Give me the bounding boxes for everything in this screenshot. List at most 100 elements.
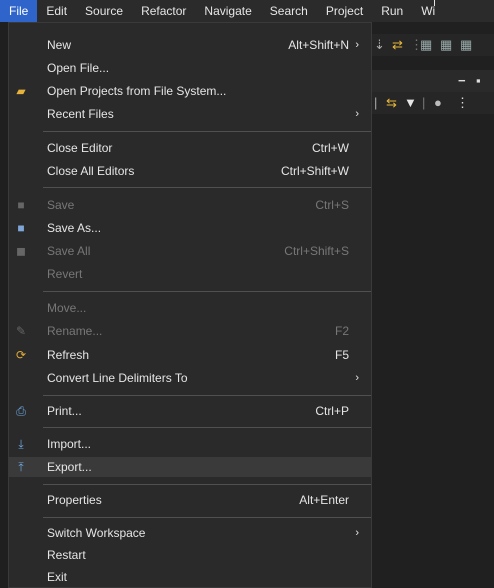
view-menu-icon[interactable]: ⋮ (456, 95, 469, 111)
toolbar-icon[interactable]: ⇣ (374, 37, 385, 53)
menu-item-close-editor[interactable]: Close Editor Ctrl+W (9, 138, 371, 158)
menu-window[interactable]: Wi (412, 0, 444, 22)
refresh-icon: ⟳ (15, 348, 27, 362)
menu-item-label: Save (47, 198, 75, 212)
toolbar-separator-icon: | (422, 95, 426, 110)
rename-icon: ✎ (15, 324, 27, 338)
menu-separator (43, 187, 371, 188)
menu-item-label: Refresh (47, 348, 90, 362)
menu-item-properties[interactable]: Properties Alt+Enter (9, 490, 371, 510)
submenu-arrow-icon: › (355, 108, 359, 120)
menu-item-label: Open File... (47, 61, 110, 75)
submenu-arrow-icon: › (355, 527, 359, 539)
main-toolbar: ⇣ ⇄ ⋮ ▦ ▦ ▦ (372, 34, 494, 56)
link-editor-icon[interactable]: ⇆ (386, 95, 397, 111)
menu-item-refresh[interactable]: ⟳ Refresh F5 (9, 345, 371, 365)
view-titlebar: − ▪ (372, 70, 494, 92)
menu-separator (43, 517, 371, 518)
menu-item-label: Switch Workspace (47, 526, 146, 540)
menu-item-restart[interactable]: Restart (9, 545, 371, 565)
accelerator: F2 (334, 324, 349, 338)
menu-item-label: Print... (47, 404, 82, 418)
import-icon: ⤓ (18, 437, 24, 451)
layout-icon-3[interactable]: ▦ (460, 37, 472, 53)
menu-item-print[interactable]: ⎙ Print... Ctrl+P (9, 401, 371, 421)
collapse-icon[interactable]: | (374, 95, 377, 111)
menu-navigate[interactable]: Navigate (195, 0, 260, 22)
menu-file[interactable]: File (0, 0, 38, 22)
menu-item-label: Save As... (47, 221, 102, 235)
menu-item-label: Close All Editors (47, 164, 135, 178)
menu-item-import[interactable]: ⤓ Import... (9, 434, 371, 454)
submenu-arrow-icon: › (355, 372, 359, 384)
print-icon: ⎙ (16, 404, 26, 418)
menu-item-revert[interactable]: Revert (9, 264, 371, 284)
menu-item-switch-workspace[interactable]: Switch Workspace › (9, 523, 371, 543)
export-icon: ⤒ (18, 460, 24, 474)
menu-item-label: Save All (47, 244, 91, 258)
menu-item-label: Rename... (47, 324, 103, 338)
menu-item-label: Restart (47, 548, 86, 562)
maximize-icon[interactable]: ▪ (476, 73, 481, 89)
menu-item-label: Move... (47, 301, 87, 315)
accelerator: F5 (334, 348, 349, 362)
menu-item-label: Exit (47, 570, 68, 584)
filter-icon[interactable]: ▼ (404, 95, 417, 111)
menu-item-save-as[interactable]: ■ Save As... (9, 218, 371, 238)
menu-item-open-projects[interactable]: ▰ Open Projects from File System... (9, 81, 371, 101)
accelerator: Alt+Enter (299, 493, 349, 507)
accelerator: Ctrl+S (315, 198, 349, 212)
save-all-icon: ◼ (16, 244, 26, 258)
text-cursor (434, 0, 435, 6)
menu-project[interactable]: Project (317, 0, 372, 22)
menu-item-label: Import... (47, 437, 92, 451)
layout-icon-2[interactable]: ▦ (440, 37, 452, 53)
accelerator: Ctrl+Shift+W (280, 164, 349, 178)
menu-item-label: Close Editor (47, 141, 113, 155)
menu-separator (43, 427, 371, 428)
menu-separator (43, 131, 371, 132)
submenu-arrow-icon: › (355, 39, 359, 51)
menu-bar: File Edit Source Refactor Navigate Searc… (0, 0, 494, 22)
menu-item-save[interactable]: ■ Save Ctrl+S (9, 195, 371, 215)
save-icon: ■ (17, 198, 25, 212)
menu-item-label: Recent Files (47, 107, 114, 121)
view-toolbar: | ⇆ ▼ | ● ⋮ (372, 92, 494, 114)
menu-edit[interactable]: Edit (37, 0, 76, 22)
menu-separator (43, 291, 371, 292)
menu-refactor[interactable]: Refactor (132, 0, 195, 22)
menu-item-move[interactable]: Move... (9, 298, 371, 318)
menu-item-open-file[interactable]: Open File... (9, 58, 371, 78)
file-menu-dropdown: New Alt+Shift+N › Open File... ▰ Open Pr… (8, 22, 372, 588)
accelerator: Ctrl+P (315, 404, 349, 418)
menu-run[interactable]: Run (372, 0, 412, 22)
menu-search[interactable]: Search (261, 0, 317, 22)
menu-item-new[interactable]: New Alt+Shift+N › (9, 35, 371, 55)
folder-icon: ▰ (16, 84, 26, 98)
accelerator: Ctrl+W (312, 141, 349, 155)
menu-separator (43, 395, 371, 396)
accelerator: Alt+Shift+N (288, 38, 349, 52)
menu-item-save-all[interactable]: ◼ Save All Ctrl+Shift+S (9, 241, 371, 261)
menu-item-label: Revert (47, 267, 83, 281)
save-as-icon: ■ (17, 221, 25, 235)
menu-item-exit[interactable]: Exit (9, 567, 371, 587)
minimize-icon[interactable]: − (458, 73, 466, 89)
menu-item-label: New (47, 38, 72, 52)
menu-item-close-all-editors[interactable]: Close All Editors Ctrl+Shift+W (9, 161, 371, 181)
menu-item-label: Open Projects from File System... (47, 84, 227, 98)
menu-item-label: Convert Line Delimiters To (47, 371, 188, 385)
ide-background: ⇣ ⇄ ⋮ ▦ ▦ ▦ − ▪ | ⇆ ▼ | ● ⋮ (372, 22, 494, 588)
layout-icon[interactable]: ▦ (420, 37, 432, 53)
focus-icon[interactable]: ● (434, 95, 442, 111)
menu-item-label: Export... (47, 460, 92, 474)
menu-source[interactable]: Source (76, 0, 132, 22)
menu-item-recent-files[interactable]: Recent Files › (9, 104, 371, 124)
menu-item-convert-line-delimiters[interactable]: Convert Line Delimiters To › (9, 368, 371, 388)
menu-item-label: Properties (47, 493, 102, 507)
menu-item-rename[interactable]: ✎ Rename... F2 (9, 321, 371, 341)
next-annotation-icon[interactable]: ⇄ (392, 37, 403, 53)
menu-item-export[interactable]: ⤒ Export... (9, 457, 371, 477)
accelerator: Ctrl+Shift+S (284, 244, 349, 258)
menu-separator (43, 484, 371, 485)
